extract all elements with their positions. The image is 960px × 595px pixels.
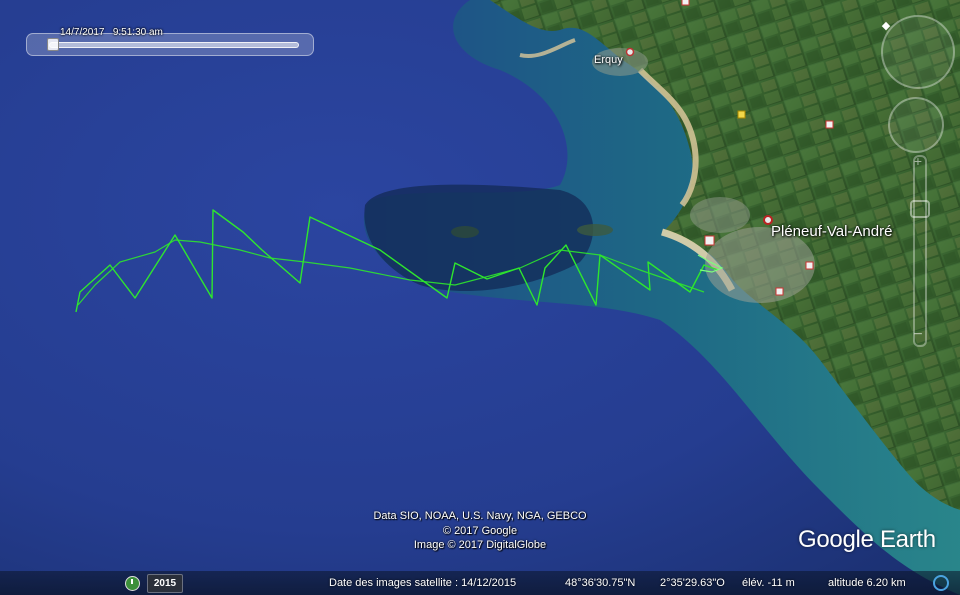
time-slider-track[interactable]: [49, 42, 299, 48]
poi-marker[interactable]: [737, 110, 746, 119]
historical-imagery-icon[interactable]: [125, 576, 140, 591]
time-slider-thumb[interactable]: [47, 38, 59, 51]
streaming-globe-icon: [933, 575, 949, 591]
attribution-google: © 2017 Google: [442, 524, 518, 537]
look-joystick[interactable]: [888, 97, 944, 153]
zoom-slider[interactable]: [913, 155, 927, 347]
north-arrow-icon[interactable]: ◆: [880, 20, 892, 32]
google-earth-logo: Google Earth: [798, 526, 936, 553]
attribution-data: Data SIO, NOAA, U.S. Navy, NGA, GEBCO: [373, 510, 587, 522]
timestamp-date: 14/7/2017: [60, 27, 105, 38]
compass-control[interactable]: [881, 15, 955, 89]
place-label-pleneuf[interactable]: Pléneuf-Val-André: [771, 223, 892, 240]
map-viewport[interactable]: 14/7/2017 9:51:30 am Erquy Pléneuf-Val-A…: [0, 0, 960, 595]
imagery-date: Date des images satellite : 14/12/2015: [329, 577, 517, 589]
zoom-in-button[interactable]: +: [908, 152, 928, 170]
poi-marker[interactable]: [805, 261, 814, 270]
erquy-pin[interactable]: [625, 47, 635, 57]
zoom-out-button[interactable]: −: [908, 326, 928, 344]
altitude-readout: altitude 6.20 km: [828, 577, 906, 589]
latitude-readout: 48°36'30.75"N: [565, 577, 636, 589]
status-bar: 2015 Date des images satellite : 14/12/2…: [0, 571, 960, 595]
timestamp-label: 14/7/2017 9:51:30 am: [60, 27, 163, 38]
poi-marker[interactable]: [825, 120, 834, 129]
satellite-imagery[interactable]: [0, 0, 960, 595]
attribution-imagery: Image © 2017 DigitalGlobe: [413, 539, 547, 551]
zoom-slider-thumb[interactable]: [910, 200, 930, 218]
poi-marker[interactable]: [775, 287, 784, 296]
elevation-readout: élév. -11 m: [742, 577, 795, 589]
imagery-year-button[interactable]: 2015: [147, 574, 183, 593]
place-label-erquy[interactable]: Erquy: [594, 54, 623, 66]
attribution: Data SIO, NOAA, U.S. Navy, NGA, GEBCO © …: [330, 509, 630, 553]
poi-marker[interactable]: [704, 235, 715, 246]
longitude-readout: 2°35'29.63"O: [660, 577, 725, 589]
timestamp-time: 9:51:30 am: [112, 27, 163, 38]
poi-marker[interactable]: [681, 0, 690, 6]
